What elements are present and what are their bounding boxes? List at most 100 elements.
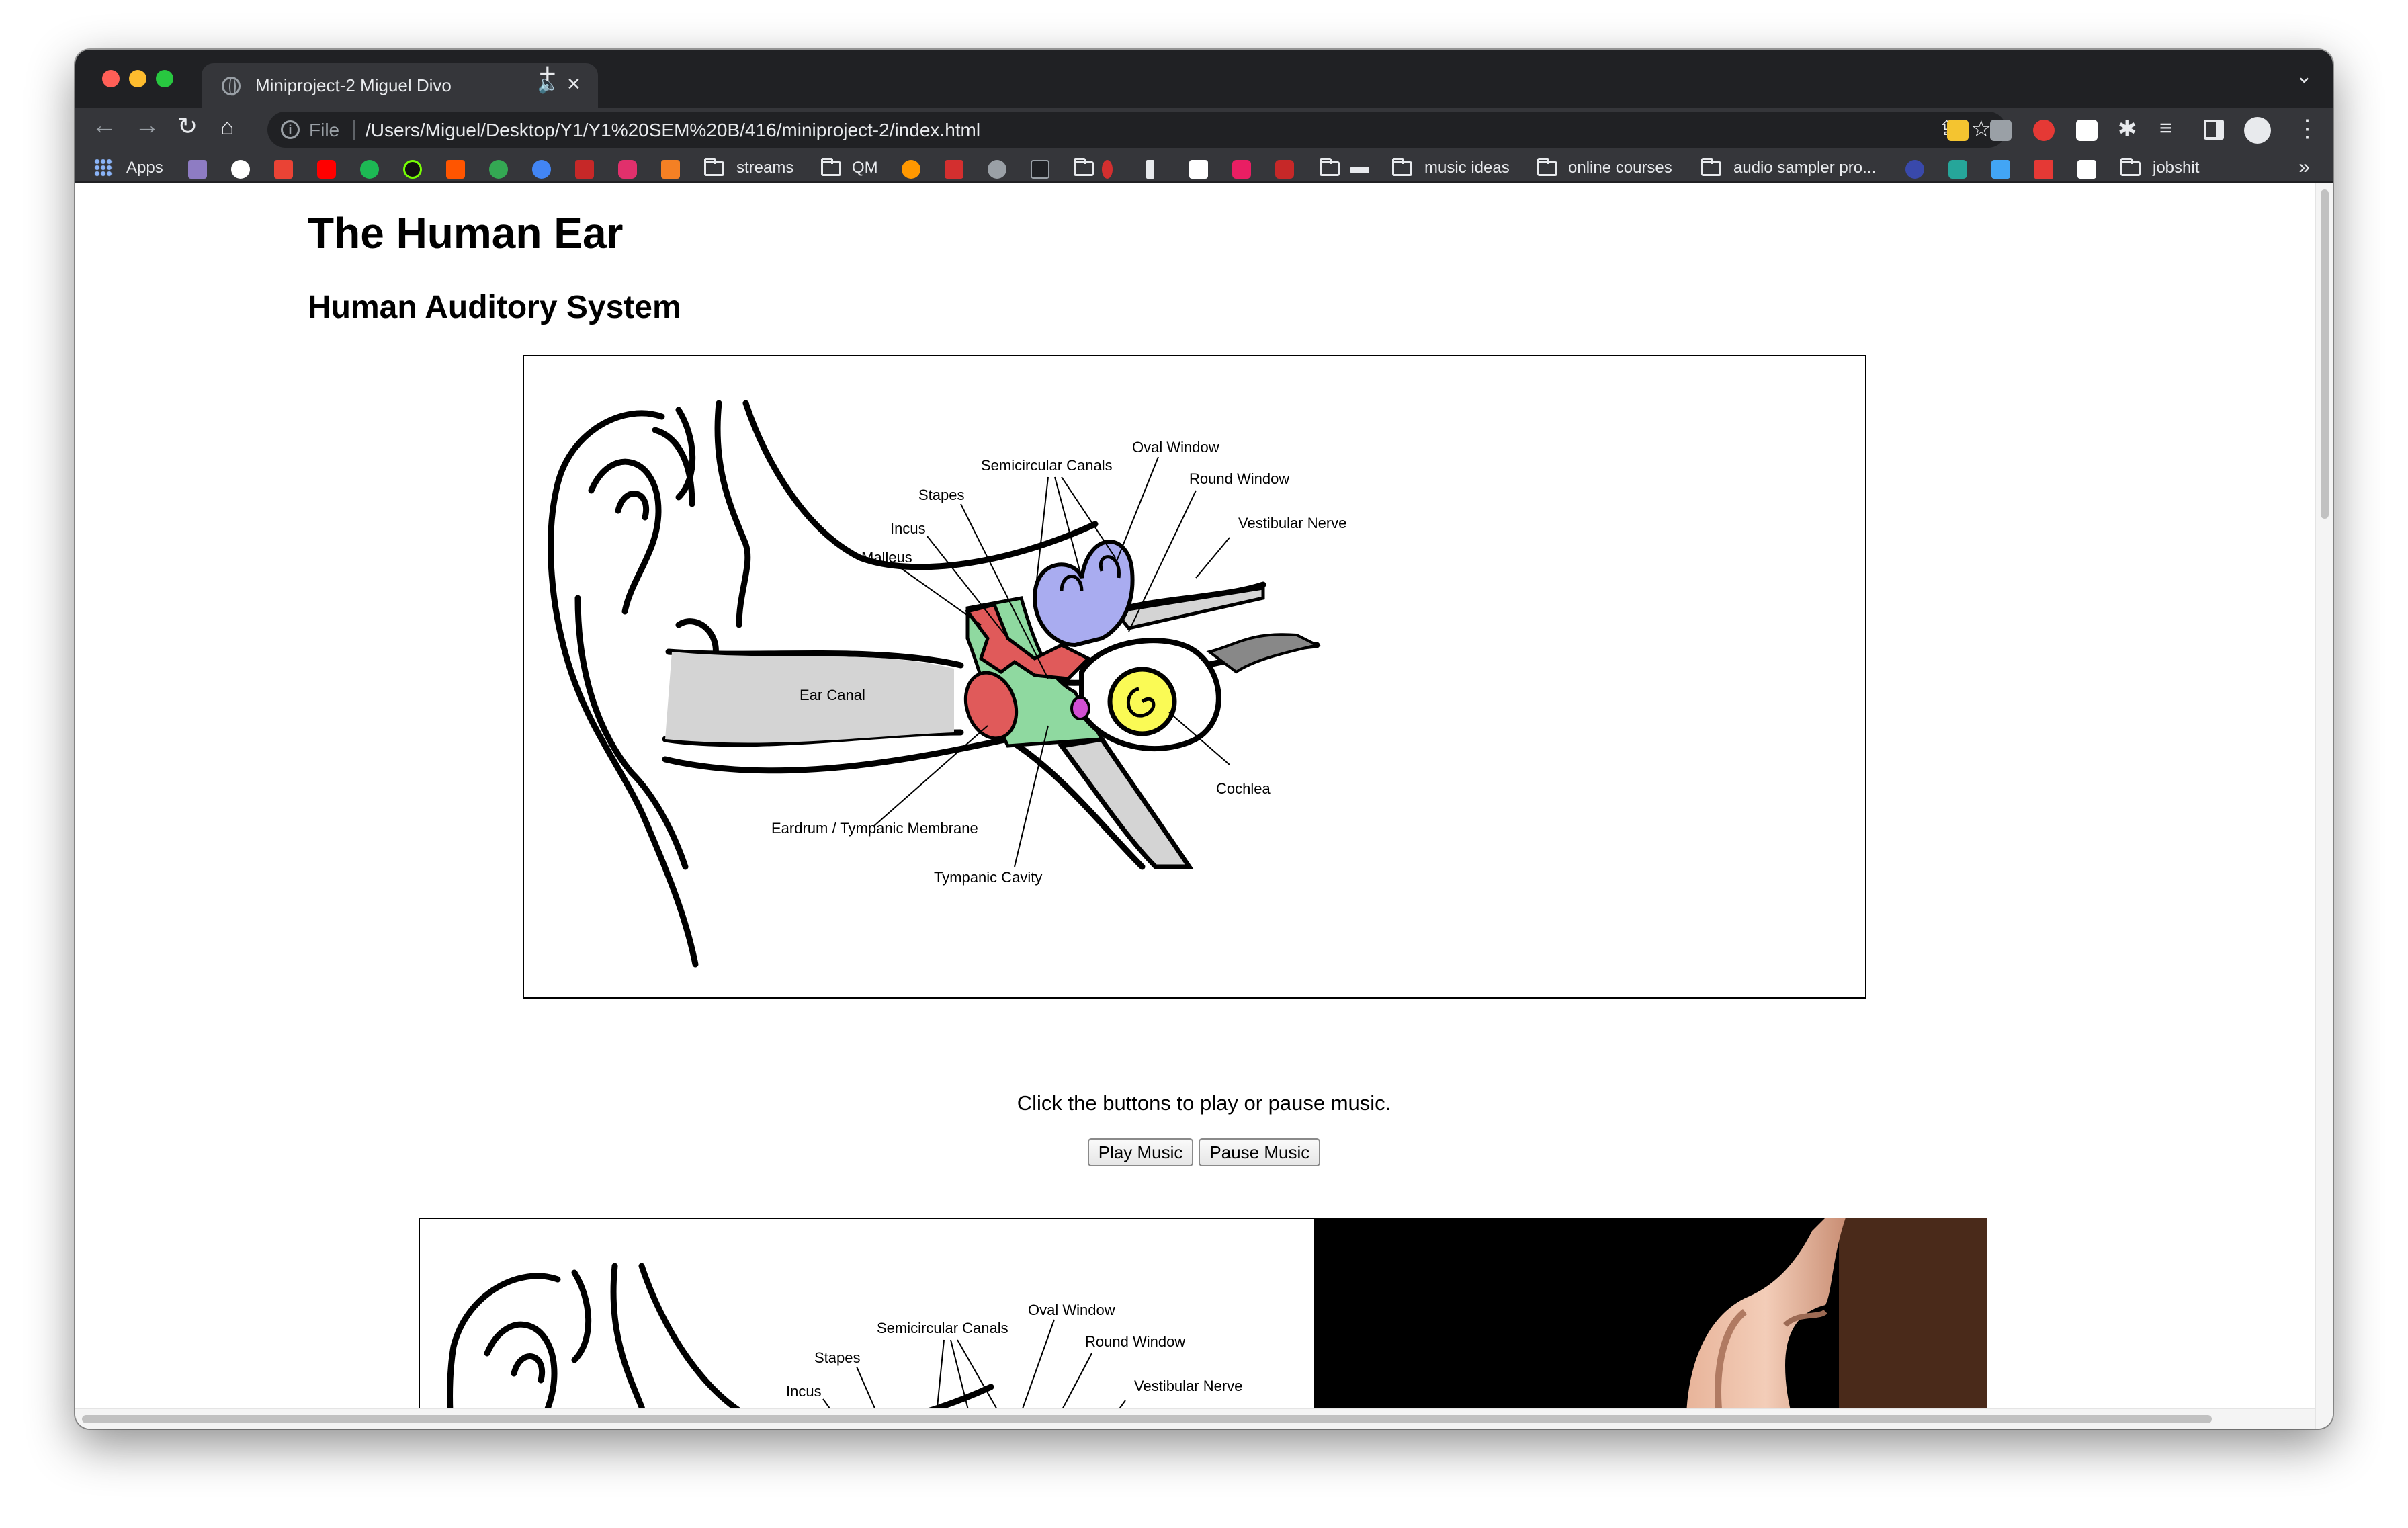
label-stapes: Stapes [814, 1349, 861, 1366]
bookmark-favicon-icon[interactable] [902, 160, 920, 179]
bookmark-favicon-icon[interactable] [1991, 160, 2010, 179]
pause-music-button[interactable]: Pause Music [1199, 1138, 1321, 1166]
page-subtitle: Human Auditory System [308, 290, 681, 325]
label-oval-window: Oval Window [1028, 1302, 1115, 1318]
folder-icon[interactable] [821, 158, 841, 176]
label-cochlea: Cochlea [1216, 780, 1271, 797]
ear-diagram-lower-svg: Oval Window Semicircular Canals Round Wi… [447, 1263, 1242, 1429]
bookmark-favicon-icon[interactable] [1232, 160, 1251, 179]
bookmark-online-courses[interactable]: online courses [1568, 159, 1672, 177]
gmail-icon[interactable] [274, 160, 293, 179]
folder-icon[interactable] [1537, 158, 1557, 176]
amazon-icon[interactable] [1189, 160, 1208, 179]
tab-search-icon[interactable]: ⌄ [2296, 65, 2313, 88]
ear-diagram-lower: Oval Window Semicircular Canals Round Wi… [419, 1218, 1315, 1429]
label-eardrum: Eardrum / Tympanic Membrane [771, 820, 978, 837]
more-bookmarks-chevron-icon[interactable]: » [2298, 156, 2310, 179]
folder-icon[interactable] [704, 158, 724, 176]
address-bar[interactable]: i File /Users/Miguel/Desktop/Y1/Y1%20SEM… [267, 112, 2006, 148]
profile-avatar[interactable] [2244, 117, 2271, 144]
play-music-button[interactable]: Play Music [1087, 1138, 1194, 1166]
bookmark-favicon-icon[interactable] [2077, 160, 2096, 179]
label-semicircular-canals: Semicircular Canals [877, 1320, 1008, 1336]
extension-icon[interactable] [2033, 120, 2055, 141]
bookmark-favicon-icon[interactable] [1350, 167, 1369, 173]
bookmark-favicon-icon[interactable] [1948, 160, 1967, 179]
bookmark-favicon-icon[interactable] [532, 160, 551, 179]
bookmark-favicon-icon[interactable] [945, 160, 963, 179]
bookmark-favicon-icon[interactable] [403, 160, 422, 179]
google-icon[interactable] [231, 160, 250, 179]
folder-icon[interactable] [1392, 158, 1412, 176]
ear-diagram-svg: Oval Window Semicircular Canals Round Wi… [548, 400, 1346, 968]
label-incus: Incus [786, 1383, 822, 1400]
uniqlo-icon[interactable] [2034, 160, 2053, 179]
instagram-icon[interactable] [618, 160, 637, 179]
spotify-icon[interactable] [360, 160, 379, 179]
info-icon[interactable]: i [281, 120, 300, 139]
folder-icon[interactable] [1320, 158, 1340, 176]
folder-icon[interactable] [1701, 158, 1721, 176]
apps-grid-icon[interactable] [94, 159, 113, 177]
ear-photo [1315, 1218, 1987, 1429]
soundcloud-icon[interactable] [446, 160, 465, 179]
extension-icon[interactable] [2076, 120, 2098, 141]
bookmark-favicon-icon[interactable] [1031, 160, 1049, 179]
label-semicircular-canals: Semicircular Canals [981, 457, 1113, 474]
extensions-puzzle-icon[interactable]: ✱ [2118, 116, 2137, 142]
browser-toolbar: ← → ↻ ⌂ i File /Users/Miguel/Desktop/Y1/… [75, 108, 2333, 152]
play-icon[interactable] [489, 160, 508, 179]
stackoverflow-icon[interactable] [661, 160, 680, 179]
new-tab-button[interactable]: + [539, 59, 556, 89]
round-window-shape [1070, 696, 1090, 720]
bookmark-favicon-icon[interactable] [1102, 160, 1113, 179]
ear-photo-illustration [1315, 1218, 1987, 1429]
horizontal-scrollbar-thumb[interactable] [82, 1415, 2212, 1423]
vertical-scrollbar[interactable] [2315, 183, 2333, 1429]
bookmark-favicon-icon[interactable] [1905, 160, 1924, 179]
bookmark-favicon-icon[interactable] [1275, 160, 1294, 179]
bookmark-audio-sampler[interactable]: audio sampler pro... [1733, 159, 1876, 177]
back-arrow-icon[interactable]: ← [91, 113, 117, 138]
tab-close-icon[interactable]: × [567, 71, 580, 97]
bookmark-favicon-icon[interactable] [1146, 160, 1154, 179]
label-incus: Incus [890, 520, 926, 537]
extension-icon[interactable] [1947, 120, 1969, 141]
bookmark-qm[interactable]: QM [852, 159, 878, 177]
label-oval-window: Oval Window [1132, 439, 1219, 456]
label-round-window: Round Window [1085, 1333, 1185, 1350]
label-tympanic-cavity: Tympanic Cavity [934, 869, 1042, 886]
title-bar: Miniproject-2 Miguel Divo 🔈 × + ⌄ [75, 50, 2333, 108]
forward-arrow-icon[interactable]: → [134, 113, 160, 138]
bookmark-favicon-icon[interactable] [575, 160, 594, 179]
url-text[interactable]: /Users/Miguel/Desktop/Y1/Y1%20SEM%20B/41… [366, 120, 980, 141]
media-queue-icon[interactable]: ≡ [2159, 116, 2172, 140]
extension-icon[interactable] [1990, 120, 2012, 141]
bookmark-music-ideas[interactable]: music ideas [1424, 159, 1510, 177]
bookmark-favicon-icon[interactable] [188, 160, 207, 179]
bookmark-streams[interactable]: streams [736, 159, 793, 177]
close-window-button[interactable] [102, 70, 120, 87]
page-viewport: The Human Ear Human Auditory System Oval… [75, 183, 2333, 1429]
folder-icon[interactable] [1074, 158, 1094, 176]
bookmark-star-icon[interactable]: ☆ [1971, 116, 1991, 142]
globe-icon[interactable] [988, 160, 1006, 179]
tab-title: Miniproject-2 Miguel Divo [255, 75, 452, 95]
ear-diagram: Oval Window Semicircular Canals Round Wi… [523, 355, 1866, 999]
reload-icon[interactable]: ↻ [177, 114, 198, 138]
page-title: The Human Ear [308, 209, 624, 257]
url-scheme: File [309, 120, 340, 140]
nerve-shape [1112, 586, 1265, 630]
ear-comparison-section: Oval Window Semicircular Canals Round Wi… [419, 1218, 1987, 1429]
youtube-icon[interactable] [317, 160, 336, 179]
horizontal-scrollbar[interactable] [75, 1408, 2315, 1429]
bookmark-apps[interactable]: Apps [126, 159, 163, 177]
home-icon[interactable]: ⌂ [220, 116, 234, 138]
side-panel-icon[interactable] [2204, 120, 2224, 140]
folder-icon[interactable] [2120, 158, 2141, 176]
bookmark-jobshit[interactable]: jobshit [2153, 159, 2199, 177]
vertical-scrollbar-thumb[interactable] [2321, 189, 2329, 519]
minimize-window-button[interactable] [129, 70, 146, 87]
maximize-window-button[interactable] [156, 70, 173, 87]
menu-dots-icon[interactable]: ⋮ [2295, 114, 2319, 142]
